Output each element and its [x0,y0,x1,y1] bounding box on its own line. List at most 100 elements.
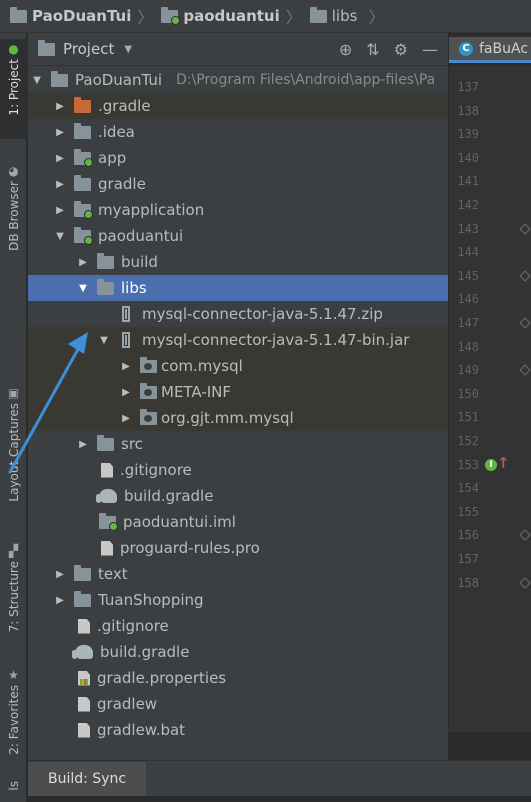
tree-item-gradle-cache[interactable]: ▶ .gradle [28,93,448,119]
fold-marker-icon[interactable] [519,364,531,376]
collapsed-arrow-icon[interactable]: ▶ [120,413,132,424]
tree-item-myapplication[interactable]: ▶ myapplication [28,197,448,223]
tree-item-gradle-properties[interactable]: gradle.properties [28,665,448,691]
tab-build-sync[interactable]: Build: Sync [28,761,147,796]
project-panel-header: Project ▼ ⊕ ⇅ ⚙ — [28,33,448,66]
collapsed-arrow-icon[interactable]: ▶ [54,205,66,216]
tab-layout-captures[interactable]: ▣ Layout Captures [0,383,27,508]
fold-marker-icon[interactable] [519,576,531,589]
tree-item-label: .gitignore [97,617,169,635]
hide-panel-icon[interactable]: — [422,40,438,59]
tab-project-label: 1: Project [6,59,21,116]
tree-item-label: gradle [98,175,146,193]
view-dropdown-chevron-icon[interactable]: ▼ [124,44,132,55]
tree-item-org-gjt[interactable]: ▶ org.gjt.mm.mysql [28,405,448,431]
collapsed-arrow-icon[interactable]: ▶ [54,595,66,606]
line-number: 150 [457,386,479,401]
fold-marker-icon[interactable] [519,270,531,282]
tree-item-libs[interactable]: ▼ libs [28,275,448,301]
tree-item-label: gradle.properties [97,669,227,687]
gradle-elephant-icon [96,489,117,503]
tree-item-text[interactable]: ▶ text [28,561,448,587]
tree-item-gradle[interactable]: ▶ gradle [28,171,448,197]
expanded-arrow-icon[interactable]: ▼ [98,335,110,346]
tree-item-gradlew-bat[interactable]: gradlew.bat [28,717,448,743]
project-panel-title[interactable]: Project [63,40,114,58]
tree-item-label: mysql-connector-java-5.1.47.zip [142,305,383,323]
line-number: 158 [457,575,479,590]
editor-tab-fabuac[interactable]: C faBuAc [449,37,531,63]
collapsed-arrow-icon[interactable]: ▶ [54,101,66,112]
collapsed-arrow-icon[interactable]: ▶ [120,361,132,372]
tree-item-label: build [121,253,158,271]
tree-item-com-mysql[interactable]: ▶ com.mysql [28,353,448,379]
tree-item-build-gradle-root[interactable]: build.gradle [28,639,448,665]
tab-db-browser[interactable]: ◕ DB Browser [0,161,27,261]
tab-structure-label: 7: Structure [6,561,21,633]
expanded-arrow-icon[interactable]: ▼ [54,231,66,242]
tree-item-gitignore-root[interactable]: .gitignore [28,613,448,639]
tree-item-tuanshopping[interactable]: ▶ TuanShopping [28,587,448,613]
tree-item-app[interactable]: ▶ app [28,145,448,171]
implementation-marker-icon[interactable]: I [485,459,497,471]
tree-item-label: PaoDuanTui [75,71,163,89]
line-number: 141 [457,174,479,189]
panel-toolbar: ⊕ ⇅ ⚙ — [339,40,438,59]
breadcrumb-label: paoduantui [183,7,280,25]
breadcrumb-item-paoduantui-module[interactable]: paoduantui [161,6,280,25]
line-number: 155 [457,504,479,519]
tree-item-label: gradlew [97,695,158,713]
tree-item-src[interactable]: ▶ src [28,431,448,457]
tree-item-paoduantui[interactable]: ▼ paoduantui [28,223,448,249]
tree-item-root[interactable]: ▼ PaoDuanTui D:\Program Files\Android\ap… [28,67,448,93]
fold-marker-icon[interactable] [519,222,531,235]
tree-item-meta-inf[interactable]: ▶ META-INF [28,379,448,405]
tree-item-proguard[interactable]: proguard-rules.pro [28,535,448,561]
tree-item-idea[interactable]: ▶ .idea [28,119,448,145]
fold-marker-icon[interactable] [519,529,531,542]
expanded-arrow-icon[interactable]: ▼ [77,283,89,294]
tree-item-build-gradle-module[interactable]: build.gradle [28,483,448,509]
tree-item-label: org.gjt.mm.mysql [161,409,294,427]
module-folder-icon [161,6,181,25]
tree-item-gradlew[interactable]: gradlew [28,691,448,717]
expanded-arrow-icon[interactable]: ▼ [31,75,43,86]
breadcrumb: PaoDuanTui 〉 paoduantui 〉 libs 〉 [0,0,531,33]
android-icon: ● [8,42,19,56]
line-number: 137 [457,80,479,94]
tree-item-label: app [98,149,127,167]
tree-item-label: build.gradle [100,643,190,661]
collapsed-arrow-icon[interactable]: ▶ [120,387,132,398]
tab-extra[interactable]: ls [0,781,27,801]
collapsed-arrow-icon[interactable]: ▶ [54,153,66,164]
override-arrow-icon[interactable]: ↑ [497,454,510,472]
tree-item-iml[interactable]: paoduantui.iml [28,509,448,535]
line-number: 153 [457,457,479,472]
scroll-from-source-icon[interactable]: ⊕ [339,40,352,59]
collapsed-arrow-icon[interactable]: ▶ [54,179,66,190]
collapsed-arrow-icon[interactable]: ▶ [77,257,89,268]
fold-marker-icon[interactable] [519,317,531,329]
tree-item-jar[interactable]: ▼ mysql-connector-java-5.1.47-bin.jar [28,327,448,353]
tree-item-build[interactable]: ▶ build [28,249,448,275]
line-number: 147 [457,316,479,330]
collapse-all-icon[interactable]: ⇅ [366,40,379,59]
tab-project[interactable]: ● 1: Project [0,39,27,139]
gear-icon[interactable]: ⚙ [394,40,408,59]
tree-item-zip[interactable]: mysql-connector-java-5.1.47.zip [28,301,448,327]
package-icon [140,356,157,373]
breadcrumb-item-libs[interactable]: libs 〉 [309,4,393,28]
package-icon [140,382,157,399]
line-number: 142 [457,198,479,212]
breadcrumb-item-paoduantui-project[interactable]: PaoDuanTui [10,6,131,25]
tab-favorites[interactable]: ★ 2: Favorites [0,665,27,760]
collapsed-arrow-icon[interactable]: ▶ [54,127,66,138]
project-panel-horizontal-scrollbar[interactable] [28,749,448,760]
tree-item-label: text [98,565,128,583]
tree-item-gitignore-module[interactable]: .gitignore [28,457,448,483]
module-folder-icon [74,200,93,219]
collapsed-arrow-icon[interactable]: ▶ [77,439,89,450]
tab-structure[interactable]: ▞ 7: Structure [0,541,27,641]
collapsed-arrow-icon[interactable]: ▶ [54,569,66,580]
line-number: 146 [457,292,479,307]
